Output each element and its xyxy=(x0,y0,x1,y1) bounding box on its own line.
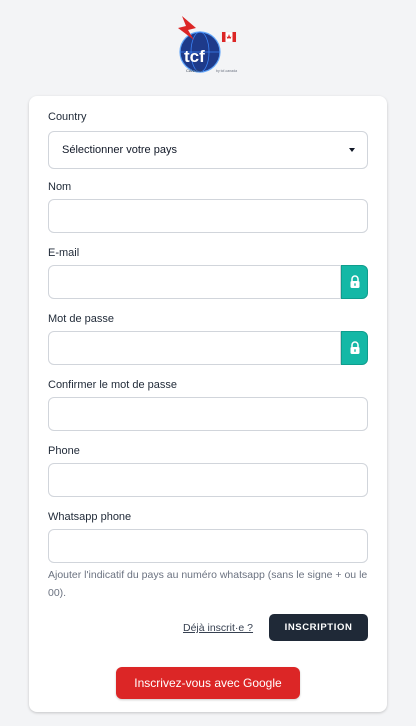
lock-icon xyxy=(350,275,359,288)
register-card: Country Sélectionner votre pays Nom E-ma… xyxy=(29,96,387,712)
whatsapp-field[interactable] xyxy=(48,529,368,563)
phone-label: Phone xyxy=(48,445,80,457)
logo-subtext: CANADA xyxy=(186,68,203,73)
google-signup-button[interactable]: Inscrivez-vous avec Google xyxy=(116,667,300,699)
password-label: Mot de passe xyxy=(48,313,115,325)
password-lock-button[interactable] xyxy=(341,331,368,365)
phone-field[interactable] xyxy=(48,463,368,497)
confirm-password-label: Confirmer le mot de passe xyxy=(48,379,177,391)
email-label: E-mail xyxy=(48,247,80,259)
logo-tagline: by tcf-canada xyxy=(216,69,237,73)
register-button[interactable]: INSCRIPTION xyxy=(269,614,368,641)
chevron-down-icon xyxy=(349,148,355,152)
country-label: Country xyxy=(48,111,87,123)
country-select[interactable]: Sélectionner votre pays xyxy=(48,131,368,169)
whatsapp-help-text: Ajouter l'indicatif du pays au numéro wh… xyxy=(48,569,368,599)
email-field[interactable] xyxy=(48,265,341,299)
country-select-value: Sélectionner votre pays xyxy=(62,144,177,156)
logo-text: tcf xyxy=(184,47,205,66)
confirm-password-field[interactable] xyxy=(48,397,368,431)
lock-icon xyxy=(350,341,359,354)
brand-logo: tcf CANADA by tcf-canada xyxy=(172,14,244,78)
whatsapp-label: Whatsapp phone xyxy=(48,511,132,523)
name-field[interactable] xyxy=(48,199,368,233)
email-lock-button[interactable] xyxy=(341,265,368,299)
name-label: Nom xyxy=(48,181,72,193)
already-registered-link[interactable]: Déjà inscrit·e ? xyxy=(183,622,253,634)
password-field[interactable] xyxy=(48,331,341,365)
